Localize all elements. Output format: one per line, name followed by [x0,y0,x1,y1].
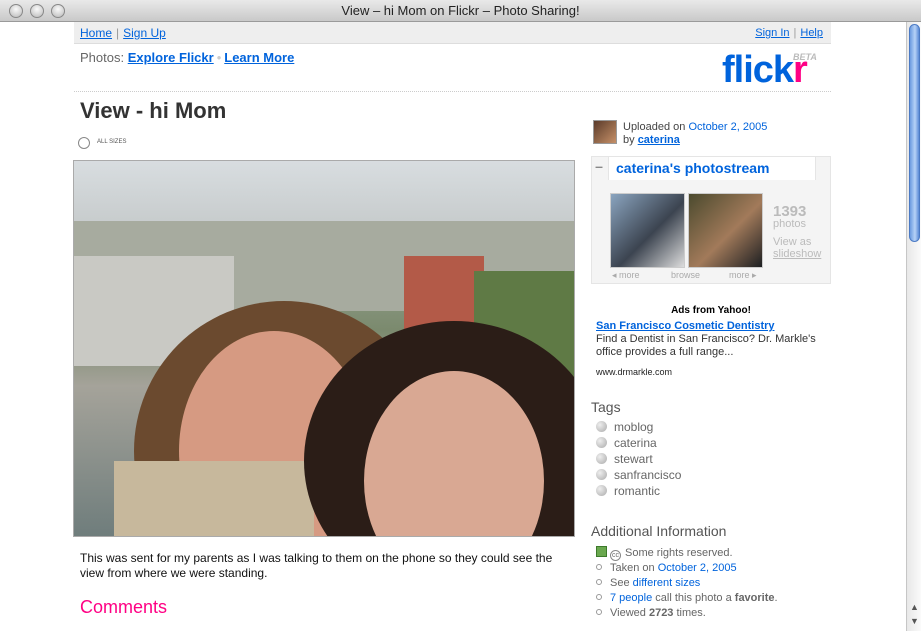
cc-icon: cc [610,550,621,561]
globe-icon [596,421,607,432]
ad-url[interactable]: www.drmarkle.com [596,367,672,377]
nav-separator: | [116,26,120,40]
window-title: View – hi Mom on Flickr – Photo Sharing! [341,3,580,18]
tag-item[interactable]: caterina [596,436,657,450]
upload-info: Uploaded on October 2, 2005 by caterina [623,121,768,146]
additional-info-heading: Additional Information [591,523,727,539]
different-sizes-link[interactable]: different sizes [633,577,701,589]
view-as: View as slideshow [773,236,822,260]
tag-item[interactable]: stewart [596,452,653,466]
photo-description: This was sent for my parents as I was ta… [80,551,553,580]
window-titlebar: View – hi Mom on Flickr – Photo Sharing! [0,0,921,22]
scrollbar-thumb[interactable] [909,24,920,242]
comments-heading: Comments [80,597,168,617]
header-divider [74,91,831,92]
nav-separator: | [793,27,797,39]
learn-more-link[interactable]: Learn More [224,50,294,65]
tag-item[interactable]: moblog [596,420,653,434]
ads-heading: Ads from Yahoo! [671,305,751,316]
slideshow-link[interactable]: slideshow [773,248,821,260]
signin-link[interactable]: Sign In [755,27,789,39]
page-title: View - hi Mom [80,98,227,123]
nav-dot: • [216,50,222,65]
beta-badge: BETA [793,52,817,62]
favorite-info: 7 people call this photo a favorite. [596,592,778,604]
taken-date-link[interactable]: October 2, 2005 [658,562,737,574]
collapse-icon[interactable]: – [592,158,606,178]
photostream-thumb-prev[interactable] [610,193,685,268]
photostream-title[interactable]: caterina's photostream [616,160,770,176]
globe-icon [596,453,607,464]
license-info[interactable]: cc Some rights reserved. [596,546,733,561]
sizes-info: See different sizes [596,577,700,589]
uploader-avatar[interactable] [593,120,617,144]
top-nav-bar: Home | Sign Up Sign In | Help [74,22,831,44]
tag-item[interactable]: sanfrancisco [596,468,681,482]
browse-link[interactable]: browse [671,270,700,280]
license-icon [596,546,607,557]
home-link[interactable]: Home [80,26,112,40]
magnifier-icon [78,137,90,149]
bullet-icon [596,579,602,585]
uploader-link[interactable]: caterina [638,134,680,146]
tag-item[interactable]: romantic [596,484,660,498]
globe-icon [596,437,607,448]
ad-text: Find a Dentist in San Francisco? Dr. Mar… [596,333,816,358]
more-next-link[interactable]: more ▸ [729,270,757,281]
favorites-link[interactable]: 7 people [610,592,652,604]
photos-nav: Photos: Explore Flickr • Learn More [80,50,294,65]
upload-date-link[interactable]: October 2, 2005 [688,121,767,133]
taken-info: Taken on October 2, 2005 [596,562,737,574]
signup-link[interactable]: Sign Up [123,26,166,40]
vertical-scrollbar[interactable]: ▲ ▼ [906,22,921,631]
more-prev-link[interactable]: ◂ more [612,270,640,281]
photostream-thumb-next[interactable] [688,193,763,268]
bullet-icon [596,609,602,615]
ad-title-link[interactable]: San Francisco Cosmetic Dentistry [596,320,775,332]
tags-heading: Tags [591,399,621,415]
globe-icon [596,469,607,480]
scroll-down-icon[interactable]: ▼ [908,616,921,629]
main-photo[interactable] [73,160,575,537]
bullet-icon [596,564,602,570]
explore-flickr-link[interactable]: Explore Flickr [128,50,214,65]
scroll-up-icon[interactable]: ▲ [908,602,921,615]
help-link[interactable]: Help [800,27,823,39]
globe-icon [596,485,607,496]
photo-count-label: photos [773,218,807,230]
bullet-icon [596,594,602,600]
photos-nav-label: Photos: [80,50,125,65]
views-info: Viewed 2723 times. [596,607,706,619]
photo-image [74,161,574,536]
